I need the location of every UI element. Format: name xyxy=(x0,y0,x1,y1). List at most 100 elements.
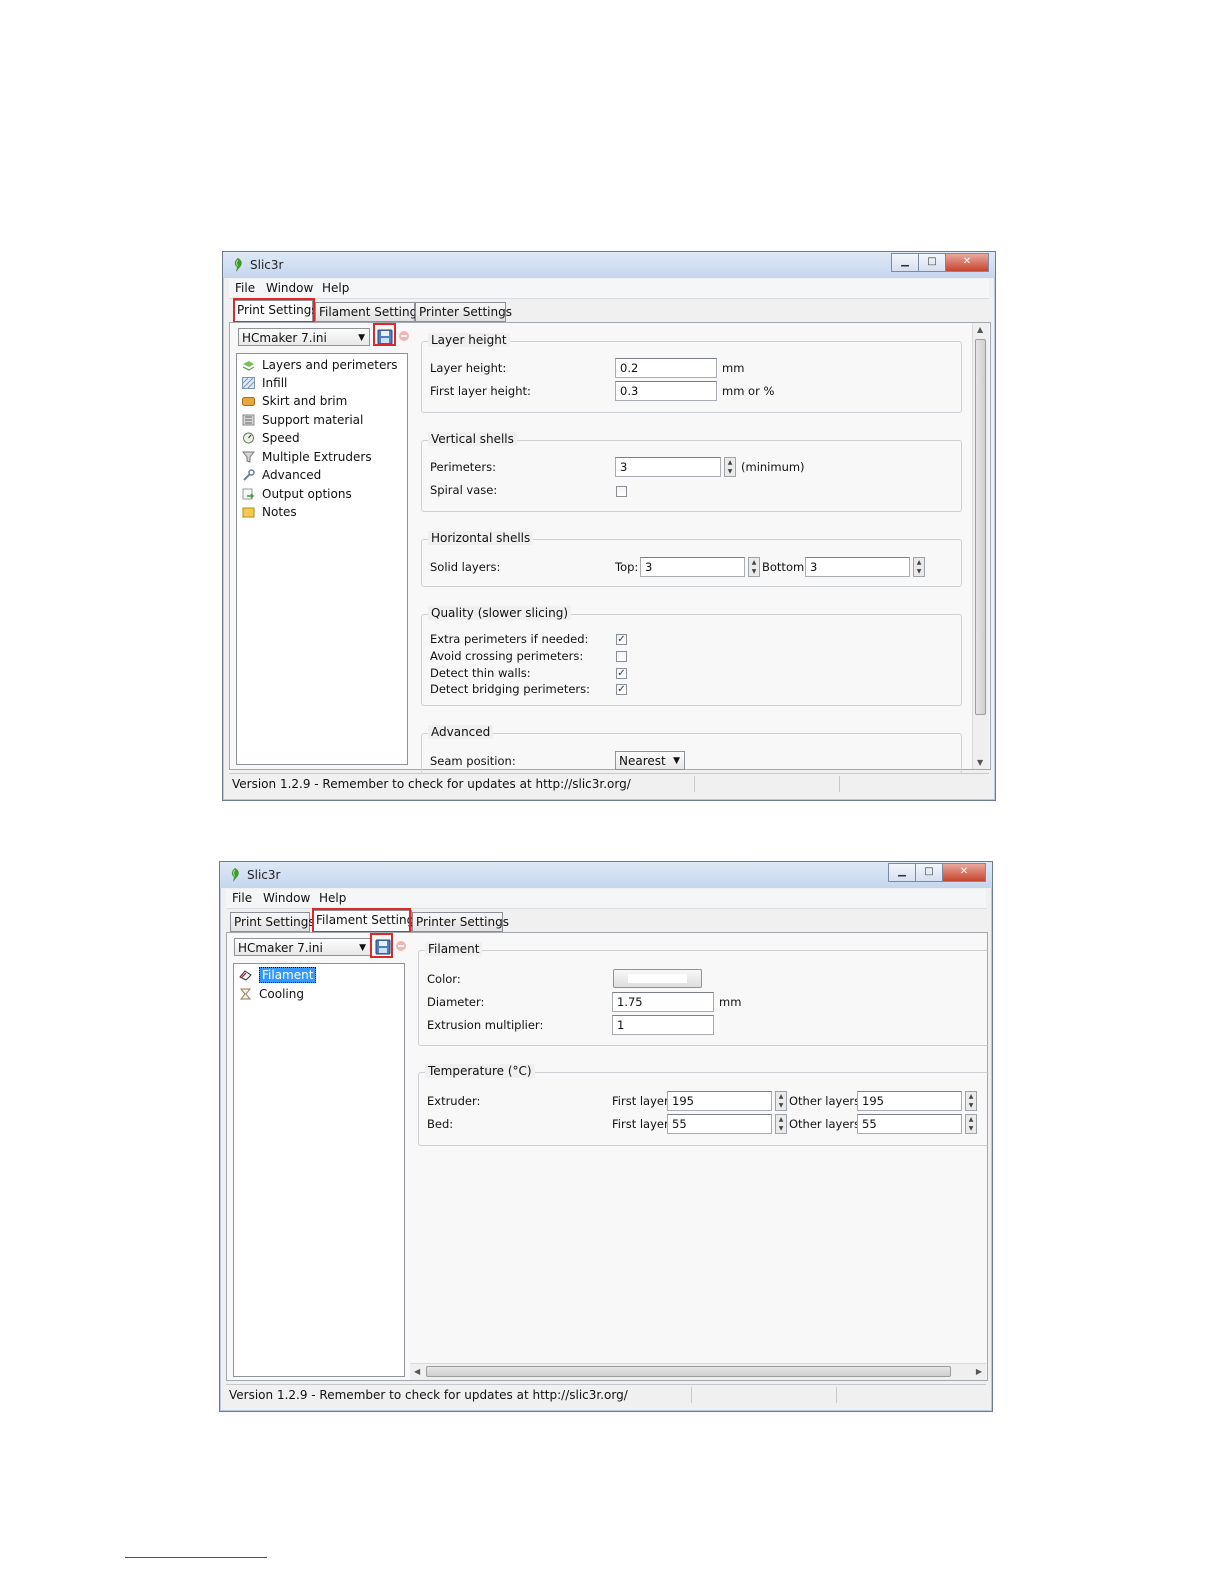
avoid-crossing-checkbox[interactable] xyxy=(616,651,627,662)
menu-file[interactable]: File xyxy=(232,891,252,905)
scroll-right-icon[interactable]: ▶ xyxy=(976,1367,982,1376)
tree-item-advanced[interactable]: Advanced xyxy=(242,466,321,483)
menu-file[interactable]: File xyxy=(235,281,255,295)
status-text: Version 1.2.9 - Remember to check for up… xyxy=(232,777,631,791)
first-layer-height-unit: mm or % xyxy=(722,384,775,398)
bridging-perimeters-checkbox[interactable]: ✓ xyxy=(616,684,627,695)
group-temperature: Temperature (°C) Extruder: First layer: … xyxy=(418,1064,989,1146)
tree-item-support[interactable]: Support material xyxy=(242,411,363,428)
maximize-icon[interactable]: □ xyxy=(915,863,943,882)
scroll-thumb[interactable] xyxy=(975,339,986,715)
tree-item-speed[interactable]: Speed xyxy=(242,429,300,446)
layer-height-input[interactable]: 0.2 xyxy=(615,358,717,378)
menu-help[interactable]: Help xyxy=(322,281,349,295)
solid-layers-label: Solid layers: xyxy=(430,560,501,574)
title-bar[interactable]: Slic3r ▁ □ ✕ xyxy=(220,862,992,888)
footnote-divider xyxy=(125,1557,267,1558)
menu-bar: File Window Help xyxy=(229,279,989,299)
tab-panel: HCmaker 7.ini ▼ Filament Cooling Filament… xyxy=(226,932,989,1381)
spiral-vase-checkbox[interactable] xyxy=(616,486,627,497)
extruder-first-layer-input[interactable]: 195 xyxy=(667,1091,772,1111)
vertical-scrollbar[interactable]: ▲ ▼ xyxy=(972,323,989,769)
menu-window[interactable]: Window xyxy=(266,281,313,295)
group-horizontal-shells: Horizontal shells Solid layers: Top: 3 ▲… xyxy=(421,531,962,587)
delete-preset-icon[interactable] xyxy=(395,940,407,952)
bed-first-layer-label: First layer: xyxy=(612,1117,673,1131)
group-title: Horizontal shells xyxy=(428,531,534,545)
first-layer-height-label: First layer height: xyxy=(430,384,531,398)
save-preset-icon[interactable] xyxy=(375,939,391,955)
top-layers-stepper[interactable]: ▲ ▼ xyxy=(748,557,760,577)
extra-perimeters-checkbox[interactable]: ✓ xyxy=(616,634,627,645)
close-icon[interactable]: ✕ xyxy=(942,863,986,882)
maximize-icon[interactable]: □ xyxy=(918,253,946,272)
scroll-left-icon[interactable]: ◀ xyxy=(414,1367,420,1376)
window-title: Slic3r xyxy=(250,258,284,272)
bed-first-layer-input[interactable]: 55 xyxy=(667,1114,772,1134)
group-title: Advanced xyxy=(428,725,494,739)
scroll-up-icon[interactable]: ▲ xyxy=(977,325,983,334)
tree-item-filament[interactable]: Filament xyxy=(239,966,317,983)
bottom-layers-stepper[interactable]: ▲ ▼ xyxy=(913,557,925,577)
extruder-other-layers-label: Other layers: xyxy=(789,1094,865,1108)
seam-position-label: Seam position: xyxy=(430,754,516,768)
tree-item-extruders[interactable]: Multiple Extruders xyxy=(242,448,372,465)
color-picker-button[interactable] xyxy=(613,969,702,988)
preset-select[interactable]: HCmaker 7.ini ▼ xyxy=(234,938,371,956)
thin-walls-checkbox[interactable]: ✓ xyxy=(616,668,627,679)
thin-walls-label: Detect thin walls: xyxy=(430,666,531,680)
tree-item-infill[interactable]: Infill xyxy=(242,374,287,391)
tree-item-output[interactable]: Output options xyxy=(242,485,352,502)
tab-printer-settings[interactable]: Printer Settings xyxy=(415,302,512,322)
group-title: Filament xyxy=(425,942,483,956)
extruder-other-layers-input[interactable]: 195 xyxy=(857,1091,962,1111)
tree-item-skirt[interactable]: Skirt and brim xyxy=(242,392,347,409)
tab-print-settings[interactable]: Print Settings xyxy=(233,300,318,322)
tab-printer-settings[interactable]: Printer Settings xyxy=(412,912,509,932)
chevron-down-icon: ▼ xyxy=(358,333,365,343)
extruder-other-layers-stepper[interactable]: ▲ ▼ xyxy=(965,1091,977,1111)
diameter-input[interactable]: 1.75 xyxy=(612,992,714,1012)
bed-first-layer-stepper[interactable]: ▲ ▼ xyxy=(775,1114,787,1134)
tree-item-cooling[interactable]: Cooling xyxy=(239,985,304,1002)
scroll-thumb[interactable] xyxy=(426,1366,951,1377)
group-filament: Filament Color: Diameter: 1.75 mm Extrus… xyxy=(418,942,989,1046)
minimize-icon[interactable]: ▁ xyxy=(888,863,916,882)
slic3r-logo-icon xyxy=(229,868,241,882)
tab-filament-settings[interactable]: Filament Settings xyxy=(315,302,423,322)
bed-other-layers-stepper[interactable]: ▲ ▼ xyxy=(965,1114,977,1134)
color-label: Color: xyxy=(427,972,461,986)
diameter-label: Diameter: xyxy=(427,995,485,1009)
tree-item-notes[interactable]: Notes xyxy=(242,503,297,520)
perimeters-stepper[interactable]: ▲ ▼ xyxy=(724,457,736,477)
output-icon xyxy=(242,488,255,500)
tab-print-settings[interactable]: Print Settings xyxy=(230,912,315,932)
extrusion-multiplier-input[interactable]: 1 xyxy=(612,1015,714,1035)
scroll-down-icon[interactable]: ▼ xyxy=(977,758,983,767)
menu-help[interactable]: Help xyxy=(319,891,346,905)
preset-select[interactable]: HCmaker 7.ini ▼ xyxy=(238,328,370,346)
bottom-layers-input[interactable]: 3 xyxy=(805,557,910,577)
save-preset-icon[interactable] xyxy=(377,329,393,345)
first-layer-height-input[interactable]: 0.3 xyxy=(615,381,717,401)
bed-label: Bed: xyxy=(427,1117,454,1131)
tree-item-layers[interactable]: Layers and perimeters xyxy=(242,356,398,373)
title-bar[interactable]: Slic3r ▁ □ ✕ xyxy=(223,252,995,278)
support-icon xyxy=(242,414,255,426)
top-layers-input[interactable]: 3 xyxy=(640,557,745,577)
extruder-first-layer-label: First layer: xyxy=(612,1094,673,1108)
slic3r-logo-icon xyxy=(232,258,244,272)
group-advanced: Advanced Seam position: Nearest ▼ xyxy=(421,725,962,774)
delete-preset-icon[interactable] xyxy=(398,330,410,342)
menu-window[interactable]: Window xyxy=(263,891,310,905)
spiral-vase-label: Spiral vase: xyxy=(430,483,498,497)
minimize-icon[interactable]: ▁ xyxy=(891,253,919,272)
perimeters-note: (minimum) xyxy=(741,460,805,474)
tab-filament-settings[interactable]: Filament Settings xyxy=(312,910,420,932)
seam-position-select[interactable]: Nearest ▼ xyxy=(615,751,685,770)
bed-other-layers-input[interactable]: 55 xyxy=(857,1114,962,1134)
close-icon[interactable]: ✕ xyxy=(945,253,989,272)
horizontal-scrollbar[interactable]: ◀ ▶ xyxy=(410,1363,986,1380)
extruder-first-layer-stepper[interactable]: ▲ ▼ xyxy=(775,1091,787,1111)
perimeters-input[interactable]: 3 xyxy=(615,457,721,477)
